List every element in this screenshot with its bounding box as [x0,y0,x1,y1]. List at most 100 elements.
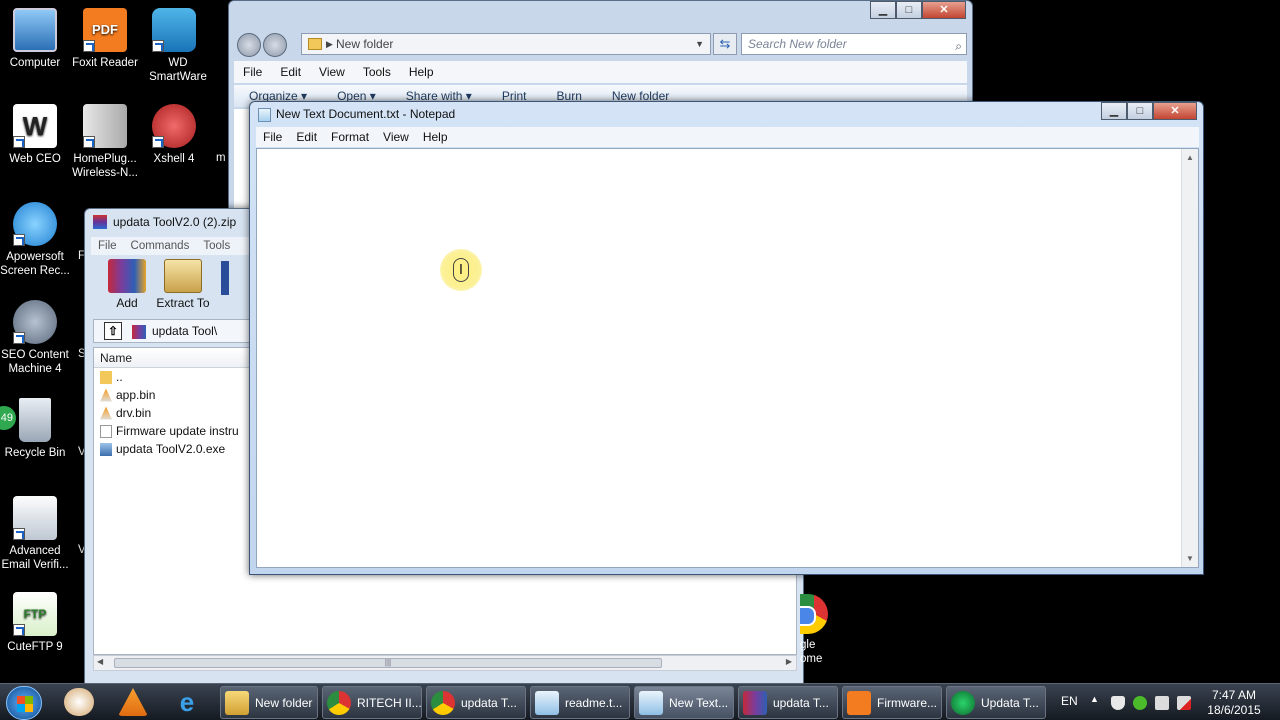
desktop-icon-foxit-reader[interactable]: PDF Foxit Reader [69,8,141,70]
scrollbar-thumb[interactable]: ||| [114,658,662,668]
search-input[interactable]: Search New folder ⌕ [741,33,967,55]
text-cursor-icon: I [453,258,469,282]
system-clock[interactable]: 7:47 AM 18/6/2015 [1204,688,1264,718]
show-hidden-icons-button[interactable]: ▲ [1090,694,1099,704]
back-button[interactable] [237,33,261,57]
minimize-button[interactable]: ▁ [1101,102,1127,120]
address-bar[interactable]: ▶ New folder ▼ [301,33,711,55]
scroll-left-arrow-icon[interactable]: ◀ [97,657,103,666]
chrome-icon [327,690,351,715]
address-text: New folder [336,37,394,51]
extract-to-label: Extract To [156,296,210,310]
taskbar-item-chrome-ritech[interactable]: RITECH II... [322,686,422,719]
horizontal-scrollbar[interactable]: ◀ ||| ▶ [93,655,797,671]
desktop-icon-apowersoft[interactable]: Apowersoft Screen Rec... [0,202,71,278]
menu-tools[interactable]: Tools [354,65,400,79]
scroll-down-arrow-icon[interactable]: ▼ [1182,550,1198,567]
notepad-window[interactable]: New Text Document.txt - Notepad ▁ □ ✕ Fi… [249,101,1204,575]
web-ceo-icon: W [13,104,57,148]
task-label: New Text... [669,695,729,710]
breadcrumb-arrow-icon: ▶ [326,39,333,49]
task-label: updata T... [461,695,517,710]
desktop-icon-advanced-email-verifier[interactable]: Advanced Email Verifi... [0,496,71,572]
file-name: app.bin [116,388,156,402]
file-name: .. [116,370,123,384]
task-label: New folder [255,695,313,710]
desktop-icon-computer[interactable]: Computer [0,8,71,70]
scroll-up-arrow-icon[interactable]: ▲ [1182,149,1198,166]
start-button[interactable] [6,686,42,720]
desktop-icon-label: HomePlug... Wireless-N... [72,153,138,179]
desktop-icon-seo-content-machine[interactable]: SEO Content Machine 4 [0,300,71,376]
maximize-button[interactable]: □ [896,1,922,19]
file-name: Firmware update instru [116,424,239,438]
folder-icon [308,38,322,50]
menu-file[interactable]: File [234,65,271,79]
notepad-text-area[interactable]: I ▲ ▼ [256,148,1199,568]
desktop-icon-label: WD SmartWare [149,57,207,83]
menu-help[interactable]: Help [400,65,443,79]
vlc-file-icon [100,406,112,420]
desktop-icon-xshell[interactable]: Xshell 4 [138,104,210,166]
up-one-level-button[interactable]: ⇧ [104,322,122,340]
extract-to-button[interactable]: Extract To [155,259,211,310]
explorer-caption-buttons: ▁ □ ✕ [870,1,966,19]
desktop-icon-label: gle [800,639,816,651]
network-icon[interactable] [1155,696,1169,710]
desktop-icon-label: ome [800,653,823,665]
menu-view[interactable]: View [376,130,416,144]
taskbar-item-updata-tool[interactable]: Updata T... [946,686,1046,719]
archive-path-icon [132,325,146,339]
toolbar-icon-partial [221,261,229,295]
taskbar-item-winrar-updata[interactable]: updata T... [738,686,838,719]
taskbar-item-readme[interactable]: readme.t... [530,686,630,719]
add-button[interactable]: Add [99,259,155,310]
extract-folder-icon [164,259,202,293]
scroll-right-arrow-icon[interactable]: ▶ [786,657,792,666]
forward-button[interactable] [263,33,287,57]
menu-tools[interactable]: Tools [196,240,237,252]
search-placeholder: Search New folder [748,37,847,51]
winrar-app-icon [93,215,107,229]
app-icon [951,690,975,715]
taskbar-item-new-text[interactable]: New Text... [634,686,734,719]
pinned-vlc-icon[interactable] [118,688,148,716]
maximize-button[interactable]: □ [1127,102,1153,120]
add-green-icon[interactable] [1133,696,1147,710]
file-name: updata ToolV2.0.exe [116,442,226,456]
menu-help[interactable]: Help [416,130,455,144]
menu-view[interactable]: View [310,65,354,79]
close-button[interactable]: ✕ [922,1,966,19]
desktop-icon-label: Foxit Reader [72,57,138,69]
taskbar-item-chrome-updata[interactable]: updata T... [426,686,526,719]
menu-edit[interactable]: Edit [289,130,324,144]
desktop-icon-web-ceo[interactable]: W Web CEO [0,104,71,166]
pinned-paint-icon[interactable] [64,688,94,716]
notepad-icon [535,690,559,715]
notepad-icon [258,108,271,122]
menu-file[interactable]: File [256,130,289,144]
desktop-icon-label: Recycle Bin [4,447,66,459]
desktop-icon-google-chrome[interactable]: gle ome [800,594,828,666]
volume-muted-icon[interactable] [1177,696,1191,710]
desktop-icon-homeplug[interactable]: HomePlug... Wireless-N... [69,104,141,180]
pinned-ie-icon[interactable]: e [172,688,202,716]
menu-edit[interactable]: Edit [271,65,310,79]
menu-format[interactable]: Format [324,130,376,144]
refresh-button[interactable]: ⇆ [713,33,737,55]
language-indicator[interactable]: EN [1061,694,1078,708]
close-button[interactable]: ✕ [1153,102,1197,120]
vertical-scrollbar[interactable]: ▲ ▼ [1181,149,1198,567]
recycle-bin-icon [19,398,51,442]
shield-icon[interactable] [1111,696,1125,710]
taskbar-item-new-folder[interactable]: New folder [220,686,318,719]
email-verifier-icon [13,496,57,540]
menu-file[interactable]: File [91,240,124,252]
desktop-icon-wd-smartware[interactable]: WD SmartWare [138,8,210,84]
desktop-icon-fragment: m [216,152,226,164]
minimize-button[interactable]: ▁ [870,1,896,19]
desktop-icon-cuteftp[interactable]: FTP CuteFTP 9 [0,592,71,654]
menu-commands[interactable]: Commands [124,240,197,252]
taskbar-item-firmware[interactable]: Firmware... [842,686,942,719]
chevron-down-icon[interactable]: ▼ [695,34,704,54]
